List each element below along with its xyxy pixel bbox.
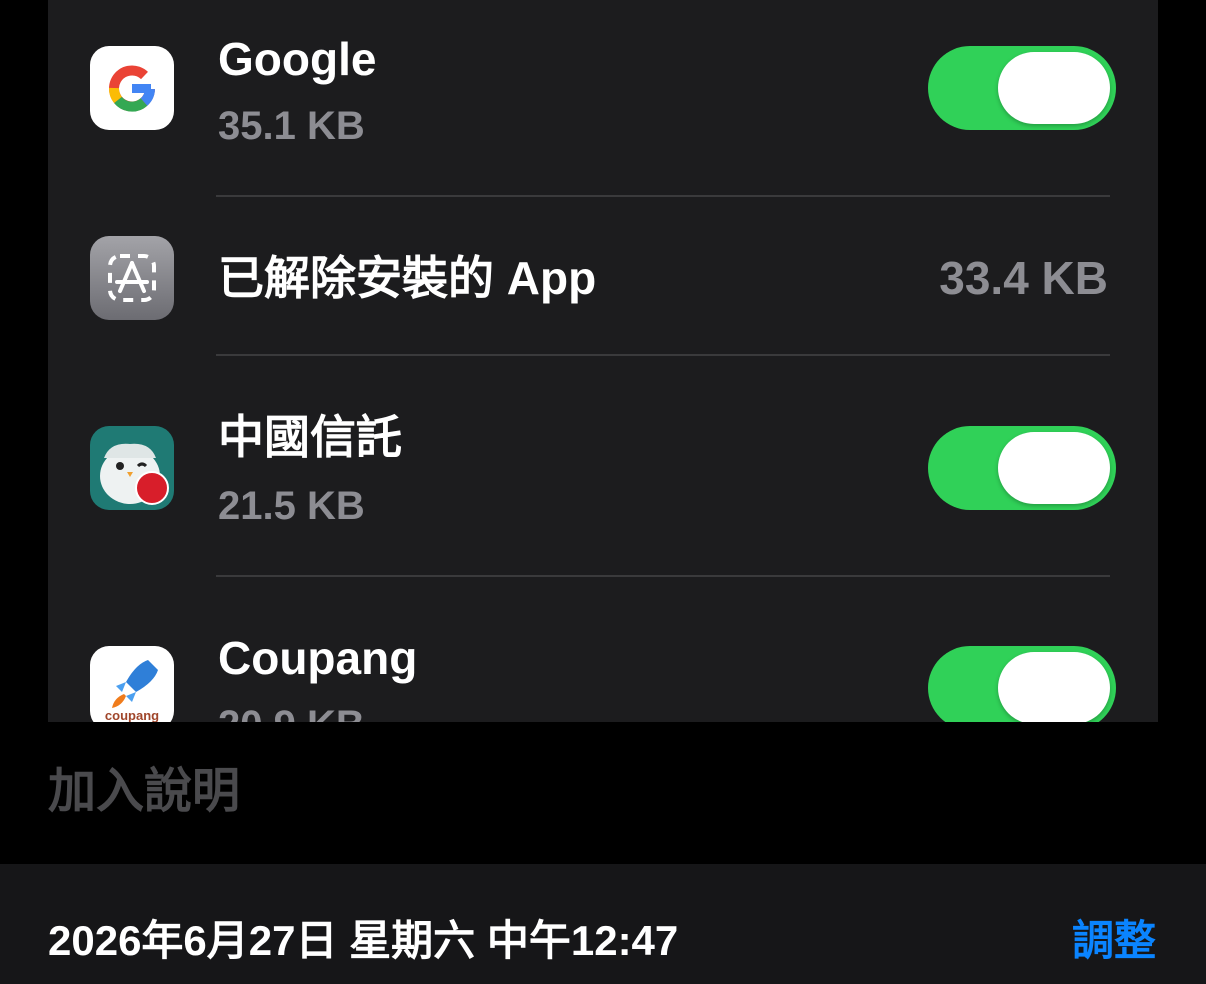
photo-info-bar: 2026年6月27日 星期六 中午12:47 調整 (0, 864, 1206, 984)
toggle-knob (998, 52, 1110, 124)
app-size: 20.9 KB (218, 705, 365, 722)
toggle-knob (998, 432, 1110, 504)
coupang-logo-text: coupang (105, 708, 159, 722)
app-size: 21.5 KB (218, 484, 365, 528)
toggle-knob (998, 652, 1110, 722)
screen: Google 35.1 KB 已解除安裝的 App 33.4 KB 中國信託 2… (0, 0, 1206, 984)
app-name: 已解除安裝的 App (218, 252, 597, 304)
coupang-rocket-icon: coupang (90, 646, 174, 722)
app-size: 33.4 KB (939, 252, 1108, 304)
app-name: 中國信託 (218, 411, 402, 463)
coupang-toggle[interactable] (928, 646, 1116, 722)
list-item-uninstalled-apps[interactable]: 已解除安裝的 App 33.4 KB (48, 197, 1158, 355)
list-item-google[interactable]: Google 35.1 KB (48, 0, 1158, 196)
adjust-button[interactable]: 調整 (1072, 920, 1156, 962)
app-size: 35.1 KB (218, 104, 365, 148)
app-name: Google (218, 33, 377, 85)
list-item-coupang[interactable]: coupang Coupang 20.9 KB (48, 577, 1158, 722)
app-name: Coupang (218, 632, 418, 684)
photo-datetime: 2026年6月27日 星期六 中午12:47 (48, 917, 679, 964)
app-list-card: Google 35.1 KB 已解除安裝的 App 33.4 KB 中國信託 2… (48, 0, 1158, 722)
app-store-icon (90, 236, 174, 320)
list-item-ctbc[interactable]: 中國信託 21.5 KB (48, 356, 1158, 576)
ctbc-owl-icon (90, 426, 174, 510)
ctbc-toggle[interactable] (928, 426, 1116, 510)
google-toggle[interactable] (928, 46, 1116, 130)
google-icon (90, 46, 174, 130)
add-caption-field[interactable]: 加入說明 (48, 768, 240, 816)
